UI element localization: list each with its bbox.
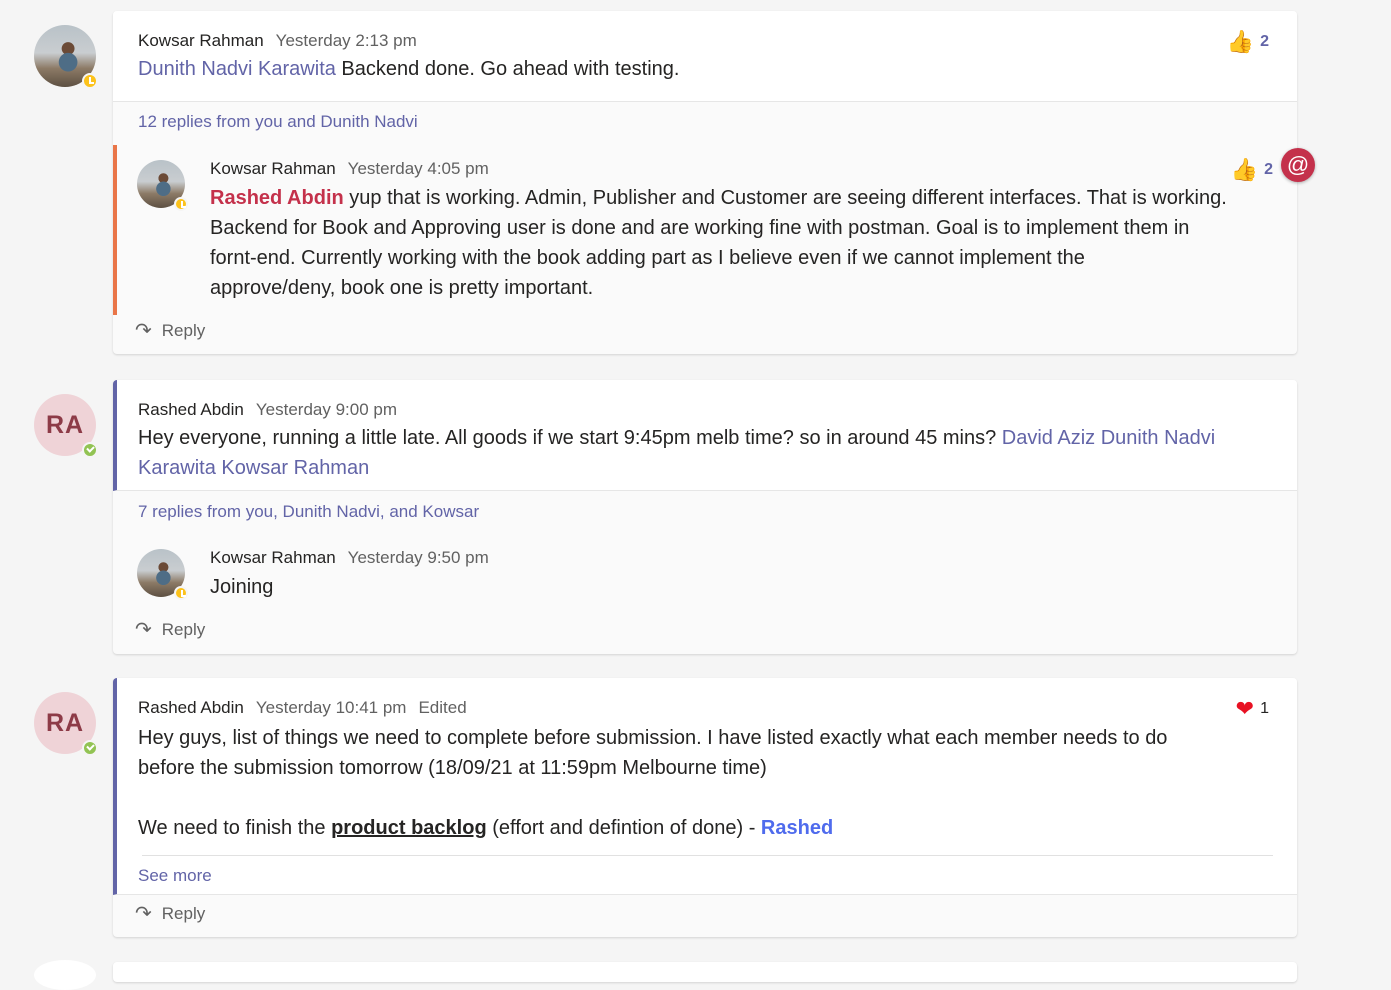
timestamp: Yesterday 9:00 pm [255, 400, 398, 419]
reply-message[interactable]: Kowsar Rahman Yesterday 4:05 pm Rashed Ab… [113, 145, 1297, 315]
reply-arrow-icon: ↶ [135, 320, 152, 342]
message-header: Kowsar Rahman Yesterday 9:50 pm [210, 548, 501, 568]
reply-summary-link[interactable]: 7 replies from you, Dunith Nadvi, and Ko… [138, 502, 479, 522]
online-status-icon [82, 740, 98, 756]
reply-arrow-icon: ↶ [135, 903, 152, 925]
message-body: Hey guys, list of things we need to comp… [138, 723, 1268, 843]
away-status-icon [174, 197, 188, 211]
avatar-initials: RA [45, 410, 85, 439]
thread-card [113, 962, 1297, 982]
mention-link[interactable]: David Aziz [1002, 427, 1095, 449]
reply-label: Reply [161, 904, 206, 923]
message-text: fornt-end. Currently working with the bo… [210, 247, 1085, 269]
avatar-kowsar-rahman[interactable] [137, 160, 188, 211]
message-header: Kowsar Rahman Yesterday 2:13 pm [138, 31, 429, 51]
reply-button[interactable]: ↶ Reply [135, 320, 206, 342]
avatar-rashed-abdin[interactable]: RA [34, 692, 98, 756]
reply-button[interactable]: ↶ Reply [135, 619, 206, 641]
author-name[interactable]: Kowsar Rahman [138, 31, 264, 50]
message-text: Backend for Book and Approving user is d… [210, 217, 1190, 239]
mention-link[interactable]: Karawita [138, 457, 216, 479]
message-text: Hey everyone, running a little late. All… [138, 427, 1002, 449]
see-more-link[interactable]: See more [138, 866, 212, 886]
reply-label: Reply [161, 321, 206, 340]
reaction-count: 2 [1264, 161, 1273, 178]
author-name[interactable]: Kowsar Rahman [210, 548, 336, 567]
message-text: approve/deny, book one is pretty importa… [210, 277, 594, 299]
author-name[interactable]: Kowsar Rahman [210, 159, 336, 178]
author-name[interactable]: Rashed Abdin [138, 400, 244, 419]
timestamp: Yesterday 4:05 pm [347, 159, 489, 178]
reaction-count: 2 [1260, 33, 1269, 50]
root-message[interactable]: Kowsar Rahman Yesterday 2:13 pm Dunith Na… [113, 11, 1297, 102]
thread-card: Rashed Abdin Yesterday 9:00 pm Hey everyo… [113, 380, 1297, 654]
author-name[interactable]: Rashed Abdin [138, 698, 244, 717]
thread-card: Kowsar Rahman Yesterday 2:13 pm Dunith Na… [113, 11, 1297, 354]
timestamp: Yesterday 10:41 pm [255, 698, 407, 717]
mention-me[interactable]: Rashed Abdin [210, 187, 344, 209]
thumbs-up-icon: 👍 [1226, 29, 1255, 54]
product-backlog-link[interactable]: product backlog [331, 817, 487, 839]
heart-icon: ❤ [1235, 696, 1255, 721]
reaction-count: 1 [1260, 700, 1269, 717]
mention-link[interactable]: Dunith Nadvi Karawita [138, 58, 336, 80]
message-text: Backend done. Go ahead with testing. [335, 58, 680, 80]
reply-label: Reply [161, 620, 206, 639]
heart-reaction[interactable]: ❤ 1 [1236, 696, 1269, 722]
message-text: yup that is working. Admin, Publisher an… [343, 187, 1227, 209]
online-status-icon [82, 442, 98, 458]
edited-label: Edited [418, 698, 467, 717]
at-mention-icon: @ [1281, 148, 1315, 182]
message-text: (effort and defintion of done) - [486, 817, 761, 839]
away-status-icon [174, 586, 188, 600]
mention-link[interactable]: Dunith Nadvi [1101, 427, 1216, 449]
reply-message[interactable]: Kowsar Rahman Yesterday 9:50 pm Joining [113, 542, 1297, 602]
message-text: Hey guys, list of things we need to comp… [138, 727, 1168, 749]
away-status-icon [82, 73, 98, 89]
like-reaction[interactable]: 👍 2 [1231, 157, 1273, 183]
message-header: Kowsar Rahman Yesterday 4:05 pm [210, 159, 501, 179]
avatar-kowsar-rahman[interactable] [137, 549, 188, 600]
message-body: Rashed Abdin yup that is working. Admin,… [210, 183, 1290, 303]
message-body: Hey everyone, running a little late. All… [138, 423, 1278, 483]
avatar-kowsar-rahman[interactable] [34, 25, 98, 89]
divider [142, 855, 1273, 856]
avatar-rashed-abdin[interactable]: RA [34, 394, 98, 458]
reply-button[interactable]: ↶ Reply [135, 903, 206, 925]
root-message[interactable]: Rashed Abdin Yesterday 9:00 pm Hey everyo… [113, 380, 1297, 491]
mention-link[interactable]: Rashed [761, 817, 833, 839]
timestamp: Yesterday 2:13 pm [275, 31, 417, 50]
timestamp: Yesterday 9:50 pm [347, 548, 489, 567]
message-header: Rashed Abdin Yesterday 9:00 pm [138, 400, 409, 420]
thread-card: Rashed Abdin Yesterday 10:41 pm Edited Hey… [113, 678, 1297, 937]
message-text: We need to finish the [138, 817, 332, 839]
reply-arrow-icon: ↶ [135, 619, 152, 641]
avatar[interactable] [34, 960, 96, 990]
like-reaction[interactable]: 👍 2 [1227, 29, 1269, 55]
message-body: Dunith Nadvi Karawita Backend done. Go a… [138, 54, 679, 84]
root-message[interactable]: Rashed Abdin Yesterday 10:41 pm Edited Hey… [113, 678, 1297, 895]
message-body: Joining [210, 576, 274, 598]
message-header: Rashed Abdin Yesterday 10:41 pm Edited [138, 698, 479, 718]
mention-link[interactable]: Kowsar Rahman [221, 457, 369, 479]
reply-summary-link[interactable]: 12 replies from you and Dunith Nadvi [138, 112, 418, 132]
avatar-initials: RA [45, 708, 85, 737]
thumbs-up-icon: 👍 [1230, 157, 1259, 182]
message-text: before the submission tomorrow (18/09/21… [138, 757, 767, 779]
